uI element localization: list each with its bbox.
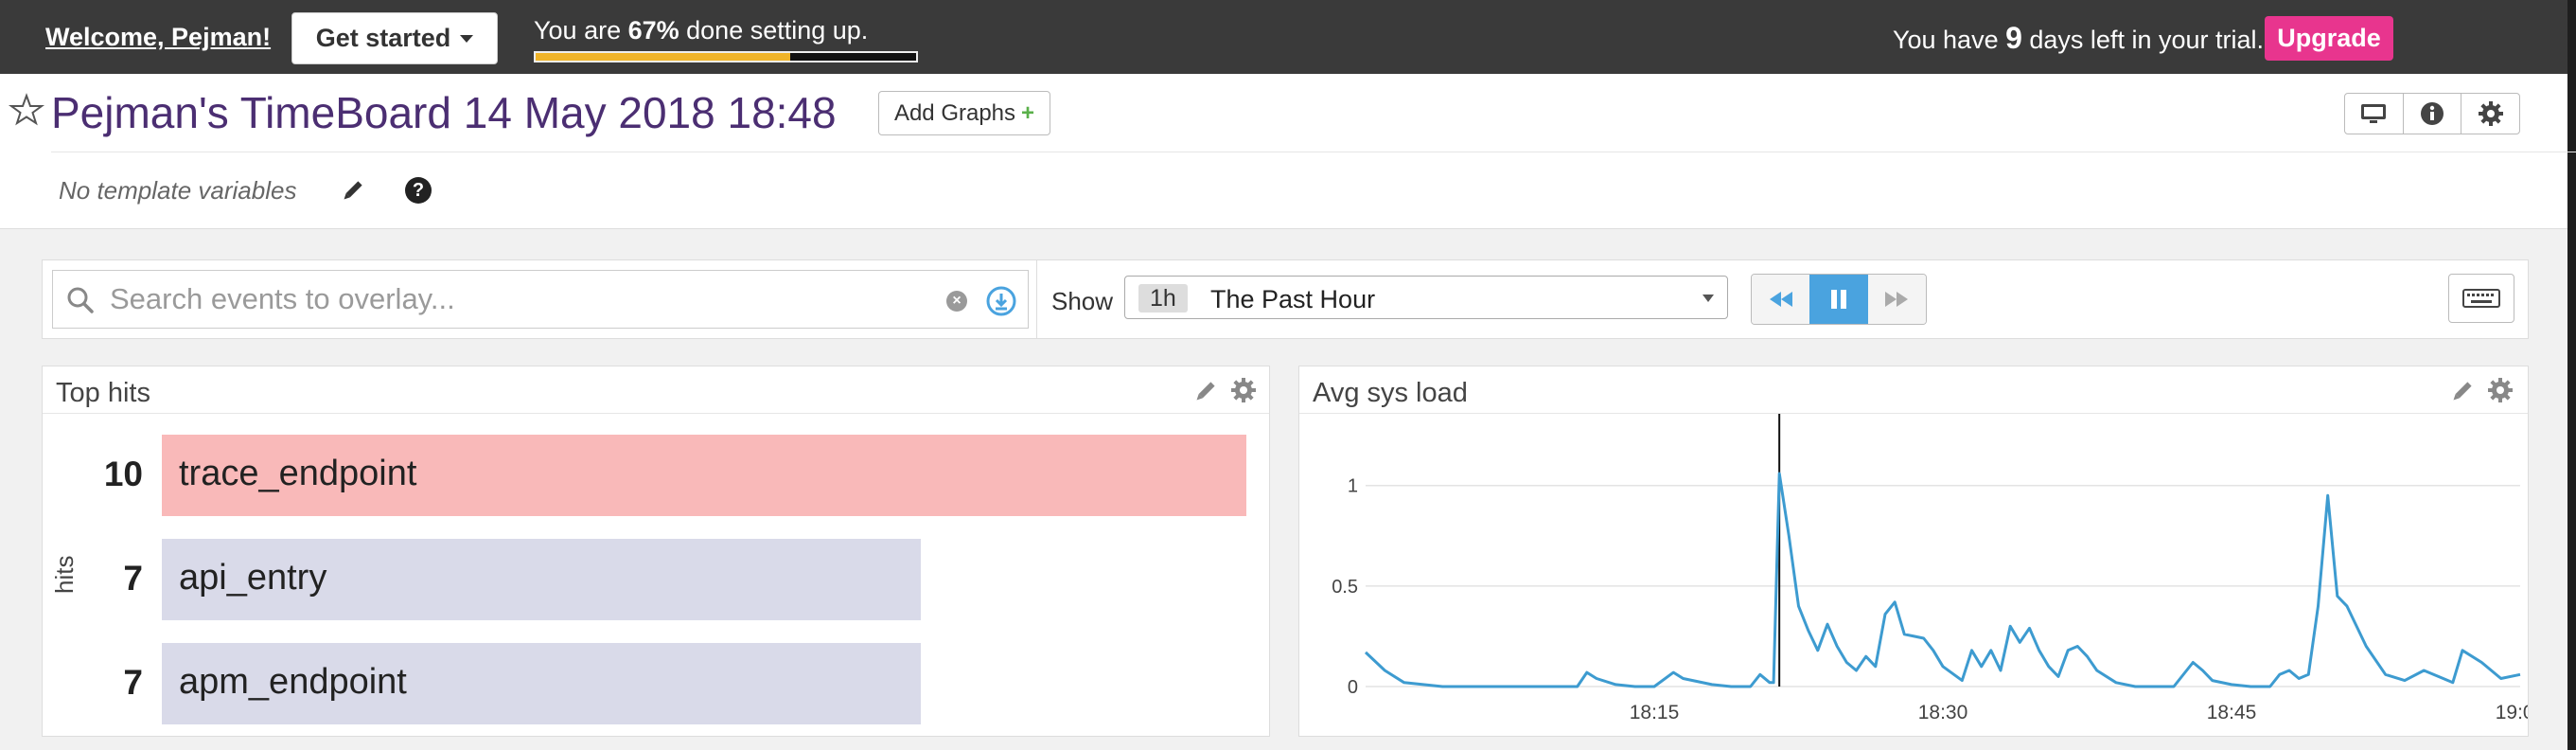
trial-suffix: days left in your trial. <box>2021 26 2264 54</box>
page-title: Pejman's TimeBoard 14 May 2018 18:48 <box>51 88 837 137</box>
caret-down-icon <box>1703 295 1714 302</box>
pause-button[interactable] <box>1809 275 1868 324</box>
bar-value: 7 <box>123 663 143 702</box>
x-tick-label: 19:00 <box>2496 702 2528 723</box>
playback-controls <box>1751 274 1927 325</box>
bar-value: 10 <box>103 455 143 493</box>
caret-down-icon <box>460 34 474 43</box>
settings-button[interactable] <box>2461 94 2519 134</box>
gear-icon[interactable] <box>1229 376 1258 404</box>
series-line <box>1364 472 2521 688</box>
y-tick-label: 1 <box>1348 476 1358 497</box>
help-icon[interactable]: ? <box>405 177 432 204</box>
bar-label: trace_endpoint <box>179 454 417 493</box>
bar-label: api_entry <box>179 558 327 598</box>
timeframe-select[interactable]: 1h The Past Hour <box>1124 276 1728 319</box>
top-bar: Welcome, Pejman! Get started You are 67%… <box>0 0 2576 74</box>
line-chart[interactable]: 0 0.5 1 18:15 18:30 18:45 19:00 <box>1299 414 2528 736</box>
x-tick-label: 18:45 <box>2207 702 2257 723</box>
setup-prefix: You are <box>534 16 628 45</box>
setup-progress-bar <box>534 51 918 62</box>
get-started-button[interactable]: Get started <box>291 12 498 64</box>
bar: apm_endpoint <box>162 643 922 724</box>
bar: api_entry <box>162 539 922 620</box>
gear-icon[interactable] <box>2486 376 2514 404</box>
get-started-label: Get started <box>315 24 451 52</box>
timeframe-badge: 1h <box>1138 284 1188 312</box>
trial-prefix: You have <box>1892 26 2006 54</box>
welcome-link[interactable]: Welcome, Pejman! <box>45 23 271 52</box>
plus-icon: + <box>1021 99 1035 126</box>
add-graphs-button[interactable]: Add Graphs + <box>878 91 1050 135</box>
event-toolbar: × Show 1h The Past Hour <box>42 259 2529 339</box>
search-input[interactable] <box>110 278 943 320</box>
setup-percent: 67% <box>627 16 679 45</box>
widget-title: Avg sys load <box>1313 378 1468 408</box>
monitor-icon <box>2361 104 2387 123</box>
y-tick-label: 0 <box>1348 677 1358 698</box>
template-variables-text: No template variables <box>59 176 297 205</box>
search-icon <box>67 287 94 313</box>
dashboard-actions <box>2344 93 2520 134</box>
bar-value: 7 <box>123 559 143 598</box>
download-icon[interactable] <box>986 286 1016 316</box>
pencil-icon[interactable] <box>2448 379 2475 405</box>
rewind-icon <box>1769 292 1792 307</box>
pause-icon <box>1830 290 1846 309</box>
tv-mode-button[interactable] <box>2345 94 2404 134</box>
star-icon[interactable] <box>8 91 45 129</box>
forward-button[interactable] <box>1867 275 1926 324</box>
setup-suffix: done setting up. <box>679 16 869 45</box>
show-label: Show <box>1051 287 1114 315</box>
keyboard-icon <box>2462 289 2500 308</box>
avg-sys-load-widget: Avg sys load 0 0.5 1 18:15 18:30 18:45 19:00 <box>1298 366 2529 737</box>
clear-icon[interactable]: × <box>946 291 967 312</box>
event-search: × <box>52 270 1029 329</box>
setup-progress-fill <box>536 53 791 61</box>
trial-status: You have 9 days left in your trial. <box>1893 21 2264 56</box>
widget-header: Top hits <box>43 366 1269 414</box>
x-tick-label: 18:15 <box>1630 702 1680 723</box>
y-axis-label: hits <box>50 555 79 594</box>
y-tick-label: 0.5 <box>1332 577 1358 598</box>
pencil-icon[interactable] <box>339 178 365 205</box>
widget-title: Top hits <box>56 378 150 408</box>
gear-icon <box>2478 101 2503 126</box>
pencil-icon[interactable] <box>1191 379 1218 405</box>
fast-forward-icon <box>1885 292 1909 307</box>
setup-status: You are 67% done setting up. <box>534 16 868 45</box>
toolbar-divider <box>1036 260 1037 338</box>
widget-header: Avg sys load <box>1299 366 2528 414</box>
info-icon <box>2421 102 2444 125</box>
top-hits-widget: Top hits hits 10 trace_endpoint 7 api_entry… <box>42 366 1270 737</box>
bar: trace_endpoint <box>162 435 1246 516</box>
trial-days: 9 <box>2005 21 2022 55</box>
x-tick-label: 18:30 <box>1918 702 1968 723</box>
upgrade-button[interactable]: Upgrade <box>2265 16 2393 61</box>
timeframe-label: The Past Hour <box>1210 285 1376 313</box>
window-edge <box>2567 0 2576 750</box>
bar-label: apm_endpoint <box>179 662 407 702</box>
info-button[interactable] <box>2404 94 2462 134</box>
rewind-button[interactable] <box>1752 275 1810 324</box>
add-graphs-label: Add Graphs <box>893 99 1016 126</box>
keyboard-shortcuts-button[interactable] <box>2448 274 2514 323</box>
